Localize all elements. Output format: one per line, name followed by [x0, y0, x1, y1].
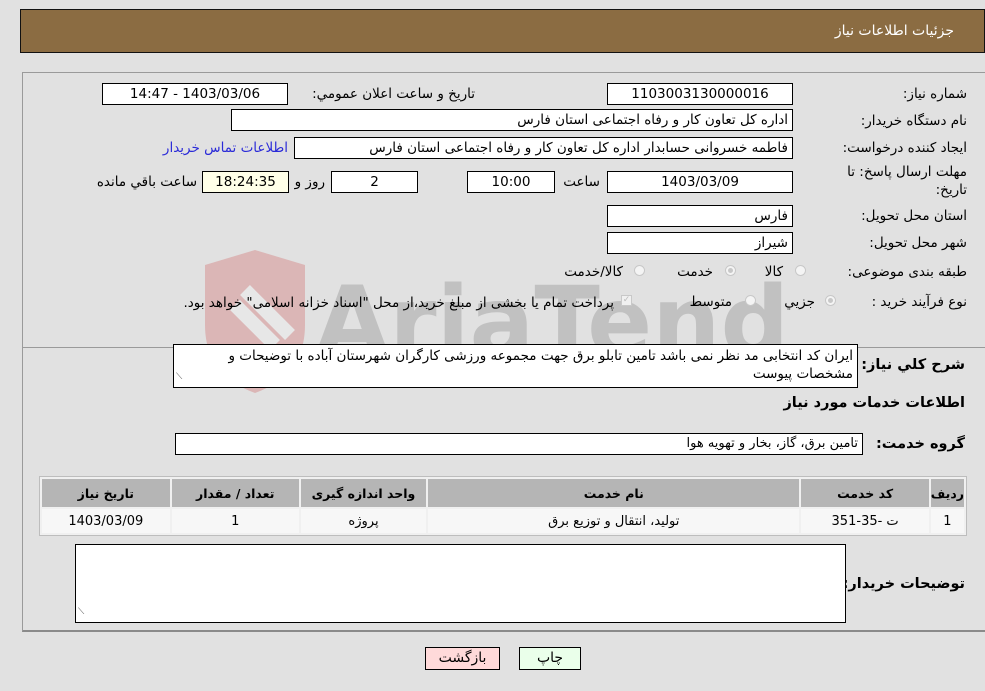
resize-grip-icon[interactable]: ⟋	[78, 603, 84, 621]
category-radio-goods[interactable]	[795, 265, 806, 276]
category-label: طبقه بندی موضوعی:	[847, 264, 967, 280]
cell-service-code: ت -35-351	[801, 509, 929, 533]
delivery-province-field: فارس	[607, 205, 793, 227]
description-textarea[interactable]: ايران کد انتخابی مد نظر نمی باشد تامين ت…	[173, 344, 858, 388]
category-option-goods: کالا	[764, 264, 783, 280]
resize-grip-icon[interactable]: ⟋	[176, 368, 182, 386]
category-radio-goods-service[interactable]	[634, 265, 645, 276]
purchase-radio-minor[interactable]	[825, 295, 836, 306]
category-option-service: خدمت	[677, 264, 713, 280]
description-label: شرح كلي نياز:	[861, 357, 965, 373]
buyer-org-field: اداره کل تعاون کار و رفاه اجتماعی استان …	[231, 109, 793, 131]
cell-service-name: توليد، انتقال و توزيع برق	[428, 509, 800, 533]
purchase-type-label: نوع فرآيند خريد :	[871, 294, 967, 310]
category-radio-service[interactable]	[725, 265, 736, 276]
table-row: 1 ت -35-351 توليد، انتقال و توزيع برق پر…	[42, 509, 964, 533]
description-text: ايران کد انتخابی مد نظر نمی باشد تامين ت…	[228, 348, 853, 382]
need-number-field: 1103003130000016	[607, 83, 793, 105]
requester-field: فاطمه خسروانی حسابدار اداره کل تعاون کار…	[294, 137, 793, 159]
announce-datetime-label: تاريخ و ساعت اعلان عمومي:	[312, 86, 475, 102]
page-title: جزئيات اطلاعات نياز	[834, 23, 954, 39]
time-remaining-field: 18:24:35	[202, 171, 289, 193]
col-header-quantity: تعداد / مقدار	[171, 479, 299, 507]
col-header-row-number: رديف	[930, 479, 964, 507]
cell-row-number: 1	[930, 509, 964, 533]
services-section-title: اطلاعات خدمات مورد نياز	[783, 395, 965, 411]
category-option-goods-service: کالا/خدمت	[564, 264, 623, 280]
delivery-city-field: شيراز	[607, 232, 793, 254]
back-button[interactable]: بازگشت	[425, 647, 500, 670]
days-remaining-field: 2	[331, 171, 418, 193]
need-number-label: شماره نياز:	[902, 86, 967, 102]
print-button[interactable]: چاپ	[519, 647, 581, 670]
cell-quantity: 1	[171, 509, 299, 533]
deadline-label: مهلت ارسال پاسخ: تا	[847, 164, 967, 180]
col-header-need-date: تاريخ نياز	[42, 479, 170, 507]
purchase-option-minor: جزيي	[784, 294, 815, 310]
service-group-field: تامين برق، گاز، بخار و تهويه هوا	[175, 433, 863, 455]
buyer-org-label: نام دستگاه خريدار:	[860, 113, 967, 129]
col-header-service-name: نام خدمت	[428, 479, 800, 507]
buyer-contact-link[interactable]: اطلاعات تماس خريدار	[163, 140, 288, 156]
services-table: رديف کد خدمت نام خدمت واحد اندازه گيری ت…	[39, 476, 967, 536]
purchase-option-medium: متوسط	[689, 294, 732, 310]
cell-need-date: 1403/03/09	[42, 509, 170, 533]
table-header-row: رديف کد خدمت نام خدمت واحد اندازه گيری ت…	[42, 479, 964, 507]
page-header: جزئيات اطلاعات نياز	[20, 9, 985, 53]
service-group-label: گروه خدمت:	[875, 436, 965, 452]
treasury-checkbox[interactable]: ✓	[621, 295, 632, 306]
delivery-city-label: شهر محل تحويل:	[869, 235, 967, 251]
cell-unit: پروژه	[300, 509, 427, 533]
buyer-notes-textarea[interactable]: ⟋	[75, 544, 846, 623]
requester-label: ايجاد کننده درخواست:	[842, 140, 967, 156]
treasury-note: پرداخت تمام يا بخشی از مبلغ خريد،از محل …	[183, 295, 614, 311]
deadline-time-field: 10:00	[467, 171, 555, 193]
time-remaining-label: ساعت باقي مانده	[96, 174, 197, 190]
col-header-unit: واحد اندازه گيری	[300, 479, 427, 507]
deadline-time-label: ساعت	[563, 174, 600, 190]
deadline-date-field: 1403/03/09	[607, 171, 793, 193]
announce-datetime-field: 1403/03/06 - 14:47	[102, 83, 288, 105]
days-label: روز و	[294, 174, 325, 190]
purchase-radio-medium[interactable]	[745, 295, 756, 306]
buyer-notes-label: توضيحات خريدار:	[842, 576, 965, 592]
col-header-service-code: کد خدمت	[801, 479, 929, 507]
deadline-label-date: تاريخ:	[935, 182, 967, 198]
delivery-province-label: استان محل تحويل:	[861, 208, 967, 224]
